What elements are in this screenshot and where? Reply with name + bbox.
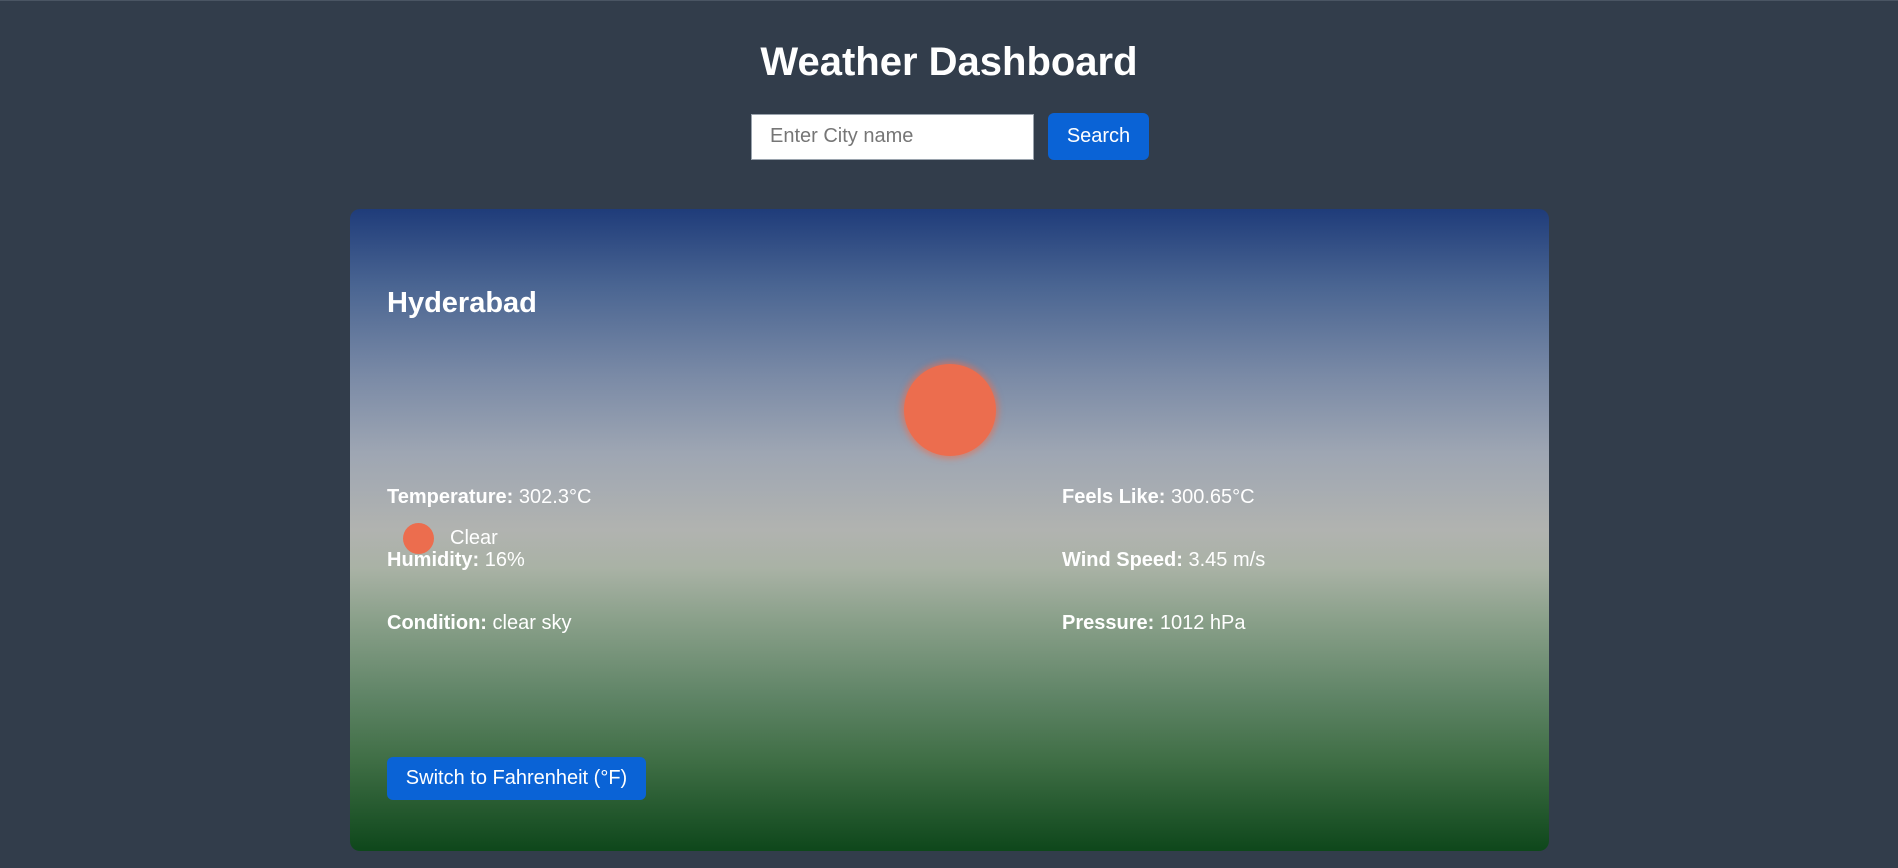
pressure-label: Pressure: — [1062, 612, 1155, 634]
temperature-stat: Temperature: 302.3°C — [387, 485, 591, 509]
wind-speed-value: 3.45 m/s — [1188, 549, 1266, 571]
condition-value: clear sky — [492, 612, 572, 634]
temperature-value: 302.3°C — [518, 486, 592, 508]
condition-stat: Condition: clear sky — [387, 611, 571, 635]
city-search-input[interactable] — [751, 113, 1034, 160]
humidity-stat: Humidity: 16% — [387, 548, 525, 572]
page-title: Weather Dashboard — [760, 40, 1138, 84]
wind-speed-stat: Wind Speed: 3.45 m/s — [1062, 548, 1265, 572]
search-button[interactable]: Search — [1048, 113, 1149, 160]
condition-label: Condition: — [387, 612, 487, 634]
city-name: Hyderabad — [387, 287, 537, 319]
pressure-value: 1012 hPa — [1159, 612, 1246, 634]
humidity-label: Humidity: — [387, 549, 480, 571]
sun-icon — [904, 364, 996, 456]
feels-like-label: Feels Like: — [1062, 486, 1166, 508]
humidity-value: 16% — [484, 549, 525, 571]
unit-toggle-button[interactable]: Switch to Fahrenheit (°F) — [387, 757, 646, 800]
weather-card: Hyderabad Clear Temperature: 302.3°C Fee… — [350, 209, 1549, 851]
weather-dashboard-app: Weather Dashboard Search Hyderabad Clear… — [0, 0, 1898, 868]
search-bar: Search — [751, 113, 1149, 160]
pressure-stat: Pressure: 1012 hPa — [1062, 611, 1245, 635]
temperature-label: Temperature: — [387, 486, 514, 508]
feels-like-stat: Feels Like: 300.65°C — [1062, 485, 1255, 509]
condition-short-label: Clear — [450, 526, 498, 549]
wind-speed-label: Wind Speed: — [1062, 549, 1183, 571]
feels-like-value: 300.65°C — [1170, 486, 1255, 508]
